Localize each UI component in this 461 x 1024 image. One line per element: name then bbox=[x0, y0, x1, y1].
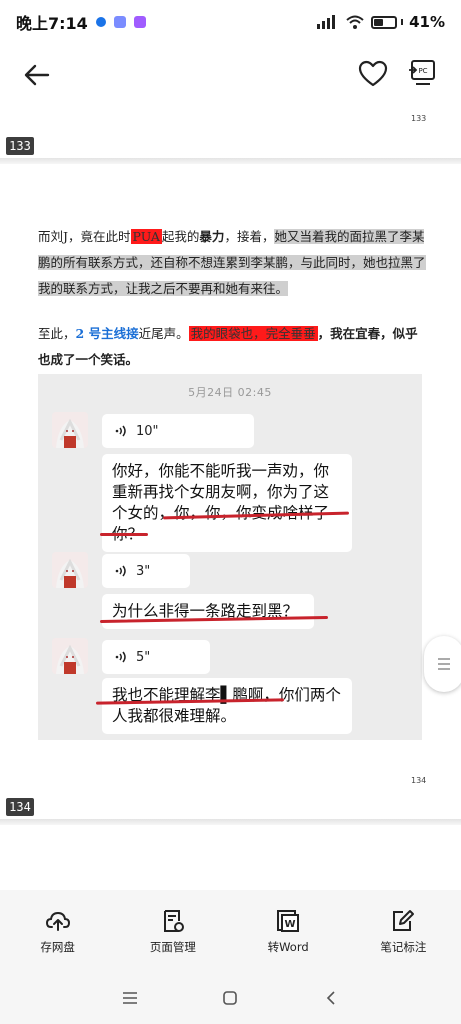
favorite-button[interactable] bbox=[357, 58, 389, 90]
status-right: 41% bbox=[317, 13, 445, 31]
battery-icon bbox=[371, 15, 398, 29]
voice-message[interactable]: 10" bbox=[102, 414, 254, 448]
page-tag-bottom: 134 bbox=[6, 798, 34, 816]
cloud-upload-icon bbox=[45, 911, 70, 931]
page-number-small-bottom: 134 bbox=[411, 776, 427, 785]
svg-text:W: W bbox=[285, 919, 296, 930]
voice-message[interactable]: 3" bbox=[102, 554, 190, 588]
home-nav-button[interactable] bbox=[210, 978, 250, 1018]
edit-note-icon bbox=[393, 909, 415, 931]
app-notification-icon-2 bbox=[133, 16, 146, 28]
convert-word-button[interactable]: W 转Word bbox=[238, 908, 338, 955]
page-management-button[interactable]: 页面管理 bbox=[123, 908, 223, 955]
app-notification-icon bbox=[113, 16, 126, 28]
para1-text-c: 起我的 bbox=[161, 229, 200, 244]
signal-icon bbox=[317, 15, 336, 29]
voice-duration: 5" bbox=[136, 649, 151, 665]
handle-line bbox=[438, 658, 450, 660]
system-nav-bar bbox=[0, 972, 461, 1024]
battery-percent: 41% bbox=[409, 13, 445, 31]
text-message: 你好，你能不能听我一声劝，你重新再找个女朋友啊，你为了这个女的，你，你，你变成啥… bbox=[102, 454, 352, 552]
tool-label: 存网盘 bbox=[40, 939, 75, 954]
handle-line bbox=[438, 668, 450, 670]
side-drawer-handle[interactable] bbox=[424, 636, 461, 692]
svg-text:PC: PC bbox=[418, 67, 427, 75]
avatar-image bbox=[52, 412, 88, 448]
voice-wave-icon bbox=[115, 565, 126, 577]
avatar bbox=[52, 638, 88, 674]
back-nav-button[interactable] bbox=[311, 978, 351, 1018]
wifi-icon bbox=[346, 15, 364, 29]
tool-label: 转Word bbox=[267, 939, 309, 954]
voice-message[interactable]: 5" bbox=[102, 640, 210, 674]
chat-screenshot: 5月24日 02:45 10" 你好，你能不能听我一声劝，你重新再找个女朋友啊，… bbox=[38, 374, 422, 740]
notification-dot-icon bbox=[95, 17, 106, 27]
page-separator bbox=[0, 158, 461, 164]
send-to-pc-icon: PC bbox=[409, 60, 435, 85]
avatar bbox=[52, 552, 88, 588]
pua-highlight: PUA bbox=[130, 229, 162, 244]
battery-tip bbox=[401, 19, 404, 25]
send-to-pc-button[interactable]: PC bbox=[406, 58, 438, 90]
arrow-left-icon bbox=[24, 64, 50, 86]
text-message: 为什么非得一条路走到黑？ bbox=[102, 594, 314, 629]
avatar bbox=[52, 412, 88, 448]
chat-timestamp: 5月24日 02:45 bbox=[188, 386, 272, 399]
back-button[interactable] bbox=[22, 60, 52, 90]
app-bar: PC bbox=[0, 52, 461, 100]
page-settings-icon bbox=[163, 909, 184, 932]
text-message: 我也不能理解李▌鹏啊，你们两个人我都很难理解。 bbox=[102, 678, 352, 734]
tool-label: 页面管理 bbox=[149, 939, 196, 954]
article-paragraph-1: 而刘J，竟在此时 PUA 起我的暴力，接着，她又当着我的面拉黑了李某鹏的所有联系方式… bbox=[38, 224, 428, 302]
handle-line bbox=[438, 663, 450, 665]
home-square-icon bbox=[223, 991, 238, 1005]
voice-duration: 10" bbox=[136, 423, 159, 439]
voice-duration: 3" bbox=[136, 563, 151, 579]
voice-wave-icon bbox=[115, 651, 126, 663]
para2-text-b: 近尾声。 bbox=[138, 326, 189, 341]
tool-label: 笔记标注 bbox=[380, 939, 427, 954]
menu-nav-button[interactable] bbox=[110, 978, 150, 1018]
avatar-image bbox=[52, 552, 88, 588]
page-separator bbox=[0, 819, 461, 825]
para2-blue-text: 2 号主线接 bbox=[75, 326, 139, 341]
para2-text-a: 至此， bbox=[38, 326, 76, 341]
red-underline bbox=[100, 533, 148, 536]
para1-text-b: J，竟在此时 bbox=[63, 229, 131, 244]
voice-wave-icon bbox=[115, 425, 126, 437]
page-tag-top: 133 bbox=[6, 137, 34, 155]
article-paragraph-2: 至此，2 号主线接近尾声。 我的眼袋也，完全垂垂 ，我在宜春，似乎也成了一个笑话。 bbox=[38, 321, 428, 373]
heart-icon bbox=[358, 60, 388, 87]
bottom-toolbar: 存网盘 页面管理 W 转Word 笔记标注 bbox=[0, 890, 461, 972]
avatar-image bbox=[52, 638, 88, 674]
menu-icon bbox=[123, 992, 138, 1004]
para1-text-a: 而刘 bbox=[38, 229, 64, 244]
save-to-cloud-button[interactable]: 存网盘 bbox=[8, 908, 108, 955]
para1-bold: 暴力 bbox=[199, 229, 225, 244]
page-number-small-top: 133 bbox=[411, 114, 427, 123]
word-convert-icon: W bbox=[277, 909, 300, 932]
status-time: 晚上7:14 bbox=[16, 14, 88, 33]
note-annotation-button[interactable]: 笔记标注 bbox=[353, 908, 453, 955]
chevron-left-icon bbox=[326, 991, 335, 1005]
red-highlight-text: 我的眼袋也，完全垂垂 bbox=[188, 326, 318, 341]
para1-text-d: ，接着， bbox=[224, 229, 275, 244]
status-bar: 晚上7:14 41% bbox=[0, 0, 461, 44]
